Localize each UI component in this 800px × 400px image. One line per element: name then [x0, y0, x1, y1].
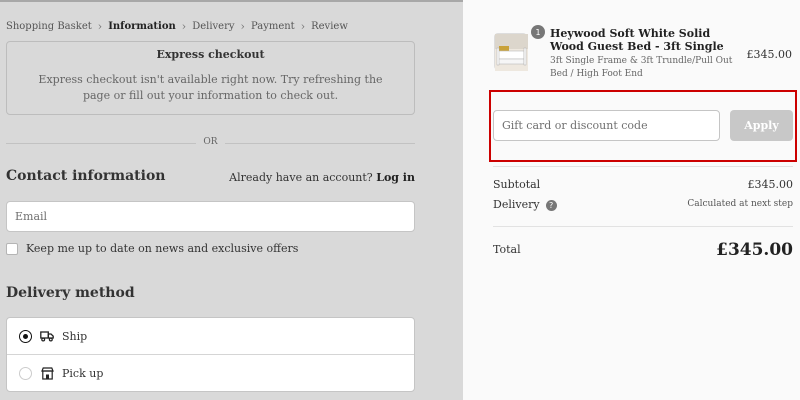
divider-line — [225, 143, 415, 144]
delivery-value: Calculated at next step — [687, 199, 793, 209]
apply-discount-button[interactable]: Apply — [730, 110, 793, 141]
pickup-label: Pick up — [62, 367, 104, 380]
express-checkout-title: Express checkout — [150, 48, 271, 61]
delivery-option-pickup[interactable]: Pick up — [7, 355, 414, 392]
product-name: Heywood Soft White Solid Wood Guest Bed … — [550, 27, 724, 53]
discount-code-input[interactable] — [493, 110, 720, 141]
email-input[interactable] — [6, 201, 415, 232]
login-link[interactable]: Log in — [376, 171, 415, 184]
total-label: Total — [493, 243, 521, 256]
store-icon — [40, 367, 54, 381]
product-variant: 3ft Single Frame & 3ft Trundle/Pull Out … — [550, 56, 733, 79]
summary-divider — [493, 166, 793, 167]
newsletter-label: Keep me up to date on news and exclusive… — [26, 242, 299, 255]
subtotal-row: Subtotal £345.00 — [493, 178, 793, 191]
account-prompt: Already have an account? Log in — [229, 171, 415, 184]
breadcrumb-review: Review — [311, 21, 348, 32]
product-thumbnail — [494, 33, 528, 71]
newsletter-checkbox[interactable] — [6, 242, 18, 255]
delivery-method-options: Ship Pick up — [6, 317, 415, 392]
breadcrumb-payment: Payment — [250, 21, 295, 32]
breadcrumb: Shopping Basket › Information › Delivery… — [6, 20, 348, 33]
delivery-label: Delivery — [493, 198, 540, 211]
breadcrumb-shopping-basket[interactable]: Shopping Basket — [6, 21, 92, 32]
or-divider: OR — [6, 137, 415, 149]
summary-divider — [493, 226, 793, 227]
or-text: OR — [203, 137, 218, 147]
question-mark-icon[interactable]: ? — [545, 199, 557, 211]
product-price: £345.00 — [746, 48, 793, 61]
express-checkout-message: Express checkout isn't available right n… — [38, 73, 383, 102]
pickup-radio[interactable] — [19, 367, 32, 380]
express-checkout-box: Express checkout Express checkout isn't … — [6, 41, 415, 115]
truck-icon — [40, 329, 54, 343]
chevron-right-icon: › — [97, 20, 103, 33]
chevron-right-icon: › — [240, 20, 245, 33]
chevron-right-icon: › — [181, 20, 187, 33]
order-summary-panel: 1 Heywood Soft White Solid Wood Guest Be… — [463, 0, 800, 400]
subtotal-label: Subtotal — [493, 178, 541, 191]
newsletter-checkbox-row[interactable]: Keep me up to date on news and exclusive… — [6, 242, 298, 255]
ship-radio[interactable] — [19, 329, 32, 343]
delivery-row: Delivery? Calculated at next step — [493, 198, 793, 211]
account-prompt-text: Already have an account? — [229, 171, 373, 184]
breadcrumb-information: Information — [108, 21, 176, 32]
checkout-form-panel: Shopping Basket › Information › Delivery… — [0, 0, 463, 400]
quantity-badge: 1 — [531, 25, 545, 39]
contact-information-heading: Contact information — [6, 168, 166, 184]
ship-label: Ship — [62, 329, 88, 343]
total-value: £345.00 — [716, 240, 793, 260]
delivery-option-ship[interactable]: Ship — [7, 318, 414, 355]
subtotal-value: £345.00 — [747, 178, 794, 191]
breadcrumb-delivery: Delivery — [192, 21, 235, 32]
total-row: Total £345.00 — [493, 240, 793, 260]
delivery-method-heading: Delivery method — [6, 285, 135, 301]
chevron-right-icon: › — [300, 20, 306, 33]
